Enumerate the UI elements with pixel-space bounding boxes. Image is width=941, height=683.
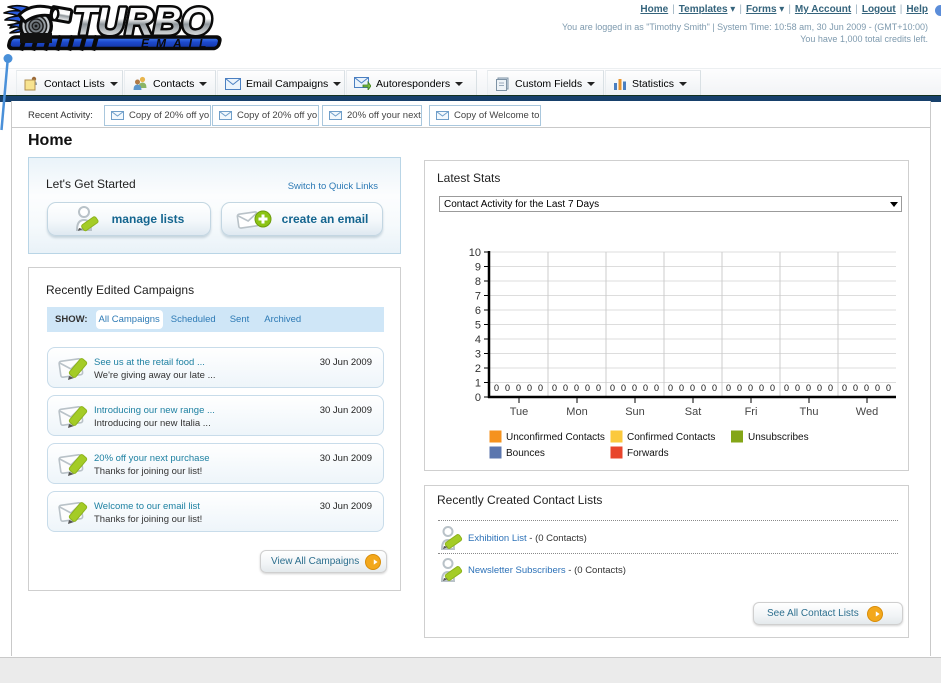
svg-text:8: 8 — [475, 276, 481, 288]
svg-text:0: 0 — [585, 383, 590, 393]
svg-text:0: 0 — [643, 383, 648, 393]
svg-text:0: 0 — [632, 383, 637, 393]
svg-text:Unsubscribes: Unsubscribes — [748, 432, 809, 443]
svg-text:0: 0 — [527, 383, 532, 393]
svg-text:5: 5 — [475, 320, 481, 332]
svg-text:0: 0 — [679, 383, 684, 393]
svg-text:Fri: Fri — [745, 406, 758, 418]
svg-text:Sat: Sat — [685, 406, 702, 418]
svg-text:0: 0 — [538, 383, 543, 393]
svg-text:0: 0 — [494, 383, 499, 393]
svg-text:0: 0 — [748, 383, 753, 393]
svg-text:Bounces: Bounces — [506, 448, 545, 459]
svg-text:0: 0 — [574, 383, 579, 393]
svg-text:0: 0 — [759, 383, 764, 393]
svg-text:Mon: Mon — [566, 406, 587, 418]
svg-text:0: 0 — [853, 383, 858, 393]
svg-text:Unconfirmed Contacts: Unconfirmed Contacts — [506, 432, 605, 443]
svg-text:Sun: Sun — [625, 406, 645, 418]
svg-text:2: 2 — [475, 363, 481, 375]
svg-text:0: 0 — [737, 383, 742, 393]
svg-text:0: 0 — [842, 383, 847, 393]
svg-text:1: 1 — [475, 378, 481, 390]
svg-text:0: 0 — [552, 383, 557, 393]
svg-text:0: 0 — [475, 392, 481, 404]
svg-text:0: 0 — [726, 383, 731, 393]
svg-text:10: 10 — [469, 247, 481, 259]
svg-text:0: 0 — [784, 383, 789, 393]
svg-text:TURBO: TURBO — [73, 1, 212, 44]
svg-text:0: 0 — [505, 383, 510, 393]
svg-text:6: 6 — [475, 305, 481, 317]
svg-text:0: 0 — [712, 383, 717, 393]
svg-text:0: 0 — [668, 383, 673, 393]
svg-text:Tue: Tue — [510, 406, 529, 418]
svg-text:9: 9 — [475, 262, 481, 274]
svg-text:0: 0 — [817, 383, 822, 393]
svg-text:0: 0 — [516, 383, 521, 393]
svg-text:3: 3 — [475, 349, 481, 361]
svg-text:0: 0 — [690, 383, 695, 393]
svg-text:Wed: Wed — [856, 406, 878, 418]
svg-text:0: 0 — [596, 383, 601, 393]
svg-text:0: 0 — [770, 383, 775, 393]
svg-text:0: 0 — [701, 383, 706, 393]
svg-text:4: 4 — [475, 334, 481, 346]
svg-text:0: 0 — [610, 383, 615, 393]
svg-text:Forwards: Forwards — [627, 448, 669, 459]
svg-text:0: 0 — [875, 383, 880, 393]
svg-text:Confirmed Contacts: Confirmed Contacts — [627, 432, 715, 443]
svg-text:0: 0 — [563, 383, 568, 393]
svg-text:7: 7 — [475, 291, 481, 303]
svg-text:0: 0 — [806, 383, 811, 393]
svg-text:0: 0 — [654, 383, 659, 393]
svg-text:0: 0 — [886, 383, 891, 393]
svg-text:Thu: Thu — [800, 406, 819, 418]
svg-text:0: 0 — [864, 383, 869, 393]
svg-text:0: 0 — [828, 383, 833, 393]
svg-text:0: 0 — [621, 383, 626, 393]
svg-text:0: 0 — [795, 383, 800, 393]
